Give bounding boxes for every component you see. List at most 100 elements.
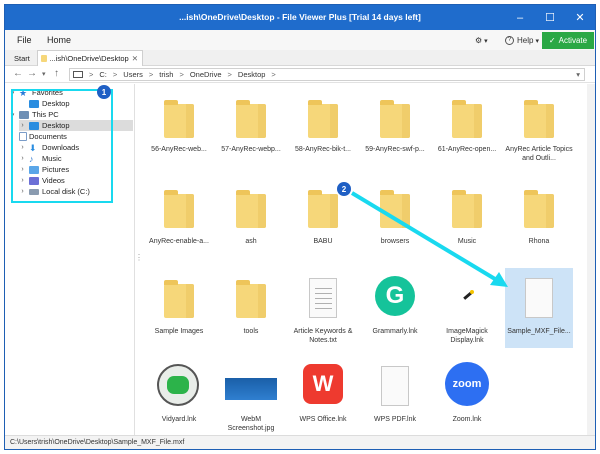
- file-item[interactable]: WPS PDF.lnk: [361, 356, 429, 440]
- close-button[interactable]: ✕: [565, 5, 595, 30]
- folder-icon: [524, 190, 554, 228]
- tree-pictures[interactable]: › Pictures: [19, 164, 69, 175]
- file-name: Sample Images: [154, 328, 204, 335]
- file-item[interactable]: BABU: [289, 178, 357, 262]
- grammarly-icon: G: [375, 276, 415, 316]
- file-name: Article Keywords & Notes.txt: [293, 328, 353, 344]
- file-item[interactable]: Sample_MXF_File...: [505, 268, 573, 352]
- vertical-scrollbar[interactable]: [587, 84, 595, 435]
- vidyard-icon: [157, 364, 199, 406]
- chevron-right-icon[interactable]: ›: [19, 155, 26, 162]
- settings-button[interactable]: ⚙ ▾: [475, 33, 488, 48]
- history-dropdown[interactable]: ▾: [42, 70, 46, 78]
- file-name: WPS Office.lnk: [299, 416, 347, 423]
- menu-home[interactable]: Home: [47, 35, 71, 45]
- file-item[interactable]: browsers: [361, 178, 429, 262]
- path-segment-trish[interactable]: trish: [159, 70, 173, 79]
- file-item[interactable]: Sample Images: [145, 268, 213, 352]
- file-name: AnyRec-enable-a...: [149, 238, 209, 245]
- file-item[interactable]: 56-AnyRec-web...: [145, 88, 213, 172]
- file-tile: [433, 88, 501, 168]
- chevron-right-icon[interactable]: ›: [19, 188, 26, 195]
- file-item[interactable]: 61-AnyRec-open...: [433, 88, 501, 172]
- file-item[interactable]: ash: [217, 178, 285, 262]
- file-name: AnyRec Article Topics and Outli...: [505, 146, 573, 162]
- chevron-down-icon: ▾: [535, 37, 539, 45]
- tree-music[interactable]: › ♪ Music: [19, 153, 62, 164]
- file-grid: 56-AnyRec-web... 57-AnyRec-webp... 58-AnyR…: [137, 84, 585, 435]
- file-item[interactable]: tools: [217, 268, 285, 352]
- path-separator: >: [112, 70, 118, 79]
- file-item[interactable]: Vidyard.lnk: [145, 356, 213, 440]
- computer-icon: [73, 71, 83, 78]
- folder-icon: [452, 190, 482, 228]
- tree-desktop[interactable]: › Desktop: [19, 120, 133, 131]
- image-thumbnail-icon: [225, 378, 277, 400]
- folder-icon: [236, 280, 266, 318]
- file-name: tools: [243, 328, 259, 335]
- chevron-right-icon[interactable]: ›: [19, 122, 26, 129]
- folder-icon: [164, 280, 194, 318]
- path-segment-desktop[interactable]: Desktop: [238, 70, 266, 79]
- close-tab-icon[interactable]: ✕: [132, 54, 138, 63]
- file-item[interactable]: zoom Zoom.lnk: [433, 356, 501, 440]
- file-item[interactable]: 59-AnyRec-swf-p...: [361, 88, 429, 172]
- text-line: [315, 288, 332, 289]
- back-button[interactable]: ←: [13, 68, 23, 79]
- file-item[interactable]: 57-AnyRec-webp...: [217, 88, 285, 172]
- chevron-right-icon[interactable]: ›: [19, 166, 26, 173]
- tree-favorites-desktop[interactable]: Desktop: [19, 98, 70, 109]
- file-item[interactable]: Rhona: [505, 178, 573, 262]
- help-label: Help: [517, 36, 534, 45]
- maximize-button[interactable]: ☐: [535, 5, 565, 30]
- file-item[interactable]: AnyRec-enable-a...: [145, 178, 213, 262]
- star-icon: ★: [19, 87, 28, 98]
- file-name: browsers: [380, 238, 410, 245]
- file-item[interactable]: AnyRec Article Topics and Outli...: [505, 88, 573, 172]
- activate-button[interactable]: ✓ Activate: [542, 32, 594, 49]
- chevron-right-icon[interactable]: ›: [19, 177, 26, 184]
- tree-label: Favorites: [32, 88, 63, 97]
- chevron-down-icon[interactable]: ▾: [9, 89, 16, 97]
- wand-spark-icon: [470, 290, 474, 294]
- chevron-right-icon[interactable]: ›: [19, 144, 26, 151]
- file-item[interactable]: Article Keywords & Notes.txt: [289, 268, 357, 352]
- up-button[interactable]: ↑: [54, 68, 59, 79]
- desktop-icon: [29, 121, 39, 130]
- path-segment-users[interactable]: Users: [123, 70, 143, 79]
- address-bar[interactable]: > C: > Users > trish > OneDrive > Deskto…: [69, 68, 585, 81]
- tree-label: Music: [42, 154, 62, 163]
- tree-documents[interactable]: › Documents: [19, 131, 67, 142]
- chevron-down-icon[interactable]: ▾: [9, 111, 16, 119]
- file-name: Zoom.lnk: [452, 416, 482, 423]
- tree-local-disk[interactable]: › Local disk (C:): [19, 186, 90, 197]
- check-icon: ✓: [548, 36, 556, 45]
- file-item[interactable]: ImageMagick Display.lnk: [433, 268, 501, 352]
- menu-bar: File Home ⚙ ▾ ? Help ▾ ✓ Activate: [5, 30, 595, 50]
- tree-videos[interactable]: › Videos: [19, 175, 64, 186]
- forward-button[interactable]: →: [27, 68, 37, 79]
- file-item[interactable]: 58-AnyRec-bik-t...: [289, 88, 357, 172]
- tree-downloads[interactable]: › ⬇ Downloads: [19, 142, 79, 153]
- tree-favorites[interactable]: ▾ ★ Favorites: [9, 87, 63, 98]
- path-segment-drive[interactable]: C:: [99, 70, 107, 79]
- text-line: [315, 293, 332, 294]
- tab-start[interactable]: Start: [14, 50, 30, 66]
- path-segment-onedrive[interactable]: OneDrive: [190, 70, 222, 79]
- menu-file[interactable]: File: [17, 35, 32, 45]
- help-button[interactable]: ? Help ▾: [505, 33, 539, 48]
- music-icon: ♪: [29, 153, 34, 164]
- file-item[interactable]: Music: [433, 178, 501, 262]
- tree-this-pc[interactable]: ▾ This PC: [9, 109, 59, 120]
- text-file-icon: [309, 278, 337, 318]
- tab-desktop[interactable]: ...ish\OneDrive\Desktop ✕: [37, 50, 143, 66]
- title-bar[interactable]: ...ish\OneDrive\Desktop - File Viewer Pl…: [5, 5, 595, 30]
- file-name: 57-AnyRec-webp...: [221, 146, 281, 153]
- minimize-button[interactable]: –: [505, 5, 535, 30]
- address-dropdown-icon[interactable]: ▾: [576, 70, 580, 79]
- file-item[interactable]: W WPS Office.lnk: [289, 356, 357, 440]
- path-separator: >: [227, 70, 232, 79]
- file-item[interactable]: WebM Screenshot.jpg: [217, 356, 285, 440]
- file-item[interactable]: G Grammarly.lnk: [361, 268, 429, 352]
- path-separator: >: [148, 70, 154, 79]
